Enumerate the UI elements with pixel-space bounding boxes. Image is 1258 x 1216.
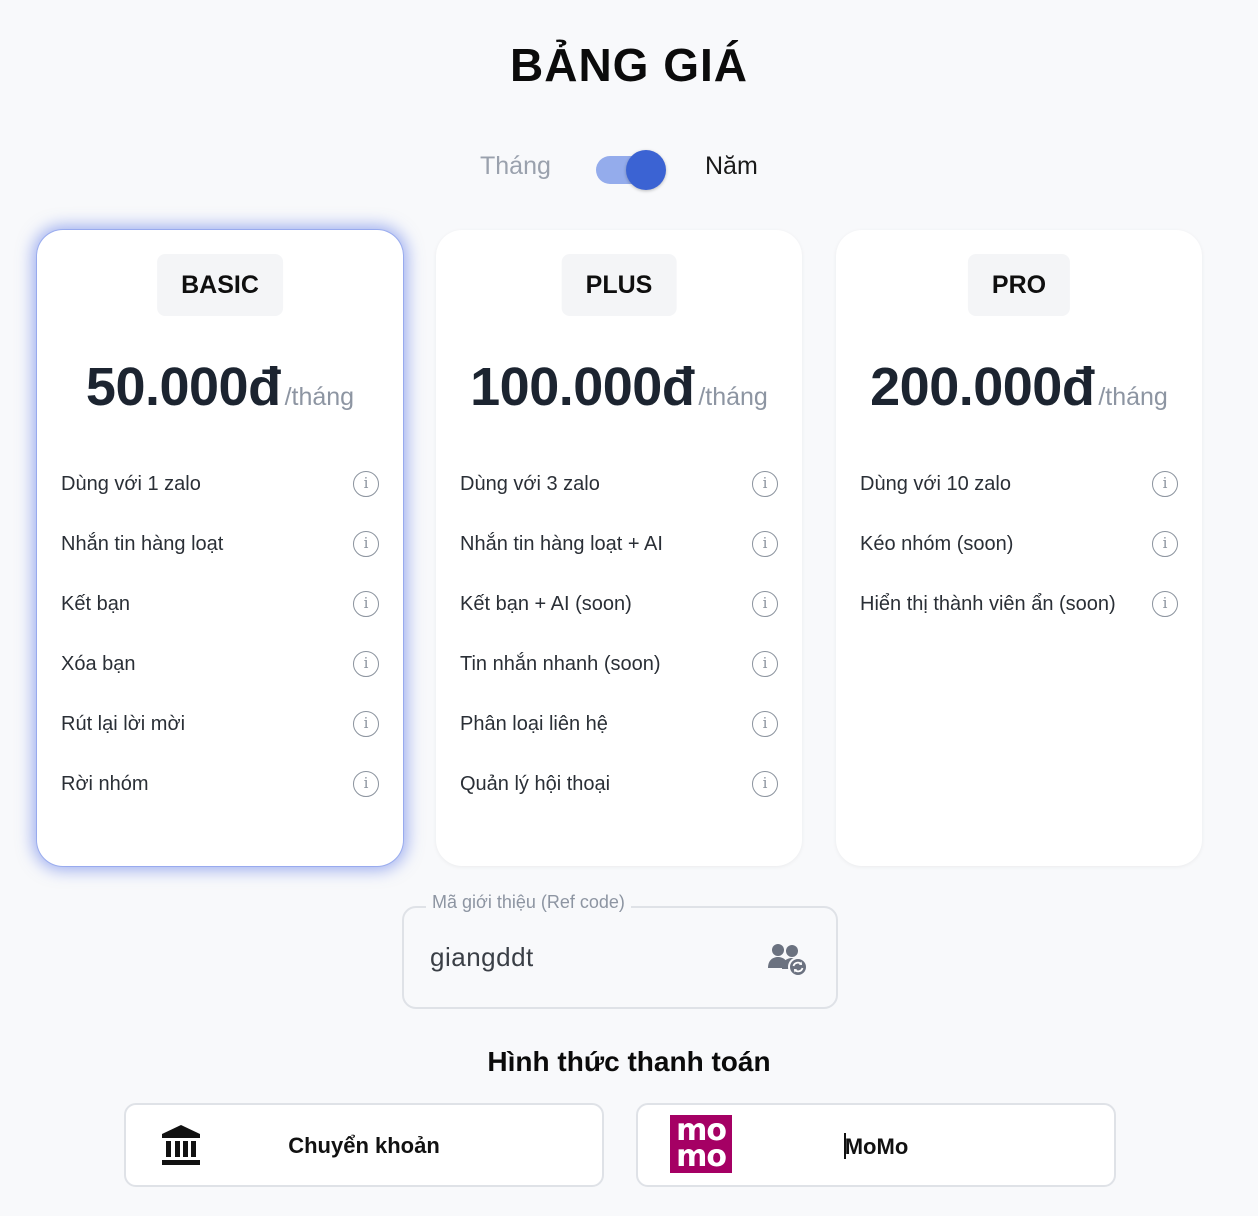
feature-item: Rút lại lời mời i <box>61 694 379 754</box>
price: 100.000đ/tháng <box>436 356 802 418</box>
feature-label: Hiển thị thành viên ẩn (soon) <box>860 592 1116 615</box>
feature-label: Dùng với 10 zalo <box>860 472 1011 495</box>
feature-label: Kéo nhóm (soon) <box>860 532 1014 555</box>
feature-list: Dùng với 1 zalo i Nhắn tin hàng loạt i Kết… <box>61 454 379 814</box>
feature-item: Nhắn tin hàng loạt i <box>61 514 379 574</box>
feature-item: Xóa bạn i <box>61 634 379 694</box>
price-amount: 100.000đ <box>470 357 695 417</box>
price-amount: 200.000đ <box>870 357 1095 417</box>
feature-label: Rời nhóm <box>61 772 149 795</box>
info-icon[interactable]: i <box>752 591 778 617</box>
info-icon[interactable]: i <box>353 771 379 797</box>
price: 200.000đ/tháng <box>836 356 1202 418</box>
info-icon[interactable]: i <box>1152 471 1178 497</box>
feature-item: Dùng với 1 zalo i <box>61 454 379 514</box>
user-group-refresh-icon[interactable] <box>768 942 808 976</box>
feature-item: Kết bạn i <box>61 574 379 634</box>
billing-period-toggle: Tháng Năm <box>0 146 1258 190</box>
feature-label: Kết bạn <box>61 592 130 615</box>
feature-item: Phân loại liên hệ i <box>460 694 778 754</box>
feature-item: Nhắn tin hàng loạt + AI i <box>460 514 778 574</box>
feature-item: Tin nhắn nhanh (soon) i <box>460 634 778 694</box>
info-icon[interactable]: i <box>353 471 379 497</box>
feature-item: Dùng với 3 zalo i <box>460 454 778 514</box>
info-icon[interactable]: i <box>752 651 778 677</box>
feature-label: Xóa bạn <box>61 652 136 675</box>
plan-name: PLUS <box>561 254 677 316</box>
feature-label: Nhắn tin hàng loạt + AI <box>460 532 663 555</box>
plan-name: BASIC <box>157 254 283 316</box>
info-icon[interactable]: i <box>1152 531 1178 557</box>
momo-label: MoMo <box>844 1134 909 1159</box>
feature-label: Dùng với 1 zalo <box>61 472 201 495</box>
feature-label: Nhắn tin hàng loạt <box>61 532 224 555</box>
bank-transfer-label: Chuyển khoản <box>288 1133 440 1158</box>
feature-list: Dùng với 3 zalo i Nhắn tin hàng loạt + AI… <box>460 454 778 814</box>
switch-thumb[interactable] <box>626 150 666 190</box>
plan-card-plus[interactable]: PLUS 100.000đ/tháng Dùng với 3 zalo i Nhắ… <box>436 230 802 866</box>
info-icon[interactable]: i <box>1152 591 1178 617</box>
plan-name: PRO <box>967 254 1071 316</box>
feature-label: Kết bạn + AI (soon) <box>460 592 632 615</box>
price: 50.000đ/tháng <box>37 356 403 418</box>
yearly-label[interactable]: Năm <box>705 152 758 181</box>
monthly-label[interactable]: Tháng <box>480 152 551 181</box>
feature-item: Hiển thị thành viên ẩn (soon) i <box>860 574 1178 634</box>
feature-item: Kết bạn + AI (soon) i <box>460 574 778 634</box>
info-icon[interactable]: i <box>353 531 379 557</box>
ref-code-field[interactable]: Mã giới thiệu (Ref code) giangddt <box>402 892 838 1009</box>
info-icon[interactable]: i <box>353 651 379 677</box>
feature-label: Rút lại lời mời <box>61 712 186 735</box>
plan-card-basic[interactable]: BASIC 50.000đ/tháng Dùng với 1 zalo i Nhắ… <box>37 230 403 866</box>
feature-label: Dùng với 3 zalo <box>460 472 600 495</box>
feature-label: Tin nhắn nhanh (soon) <box>460 652 661 675</box>
info-icon[interactable]: i <box>752 771 778 797</box>
info-icon[interactable]: i <box>353 591 379 617</box>
feature-item: Dùng với 10 zalo i <box>860 454 1178 514</box>
feature-list: Dùng với 10 zalo i Kéo nhóm (soon) i Hiển … <box>860 454 1178 634</box>
info-icon[interactable]: i <box>752 531 778 557</box>
plan-card-pro[interactable]: PRO 200.000đ/tháng Dùng với 10 zalo i Kéo… <box>836 230 1202 866</box>
ref-code-input[interactable]: giangddt <box>430 942 534 973</box>
info-icon[interactable]: i <box>752 711 778 737</box>
payment-methods-title: Hình thức thanh toán <box>487 1046 771 1077</box>
price-unit: /tháng <box>1098 383 1168 411</box>
feature-item: Kéo nhóm (soon) i <box>860 514 1178 574</box>
momo-label-wrap: MoMo <box>638 1133 1114 1160</box>
feature-label: Quản lý hội thoại <box>460 772 611 795</box>
price-amount: 50.000đ <box>85 357 281 417</box>
momo-button[interactable]: mo mo MoMo <box>636 1103 1116 1187</box>
price-unit: /tháng <box>284 383 355 411</box>
info-icon[interactable]: i <box>353 711 379 737</box>
feature-item: Rời nhóm i <box>61 754 379 814</box>
info-icon[interactable]: i <box>752 471 778 497</box>
bank-transfer-button[interactable]: Chuyển khoản <box>124 1103 604 1187</box>
feature-item: Quản lý hội thoại i <box>460 754 778 814</box>
ref-code-label: Mã giới thiệu (Ref code) <box>426 892 631 913</box>
feature-label: Phân loại liên hệ <box>460 712 608 735</box>
billing-switch[interactable] <box>596 150 670 190</box>
page-title: BẢNG GIÁ <box>510 39 748 91</box>
price-unit: /tháng <box>698 383 768 411</box>
